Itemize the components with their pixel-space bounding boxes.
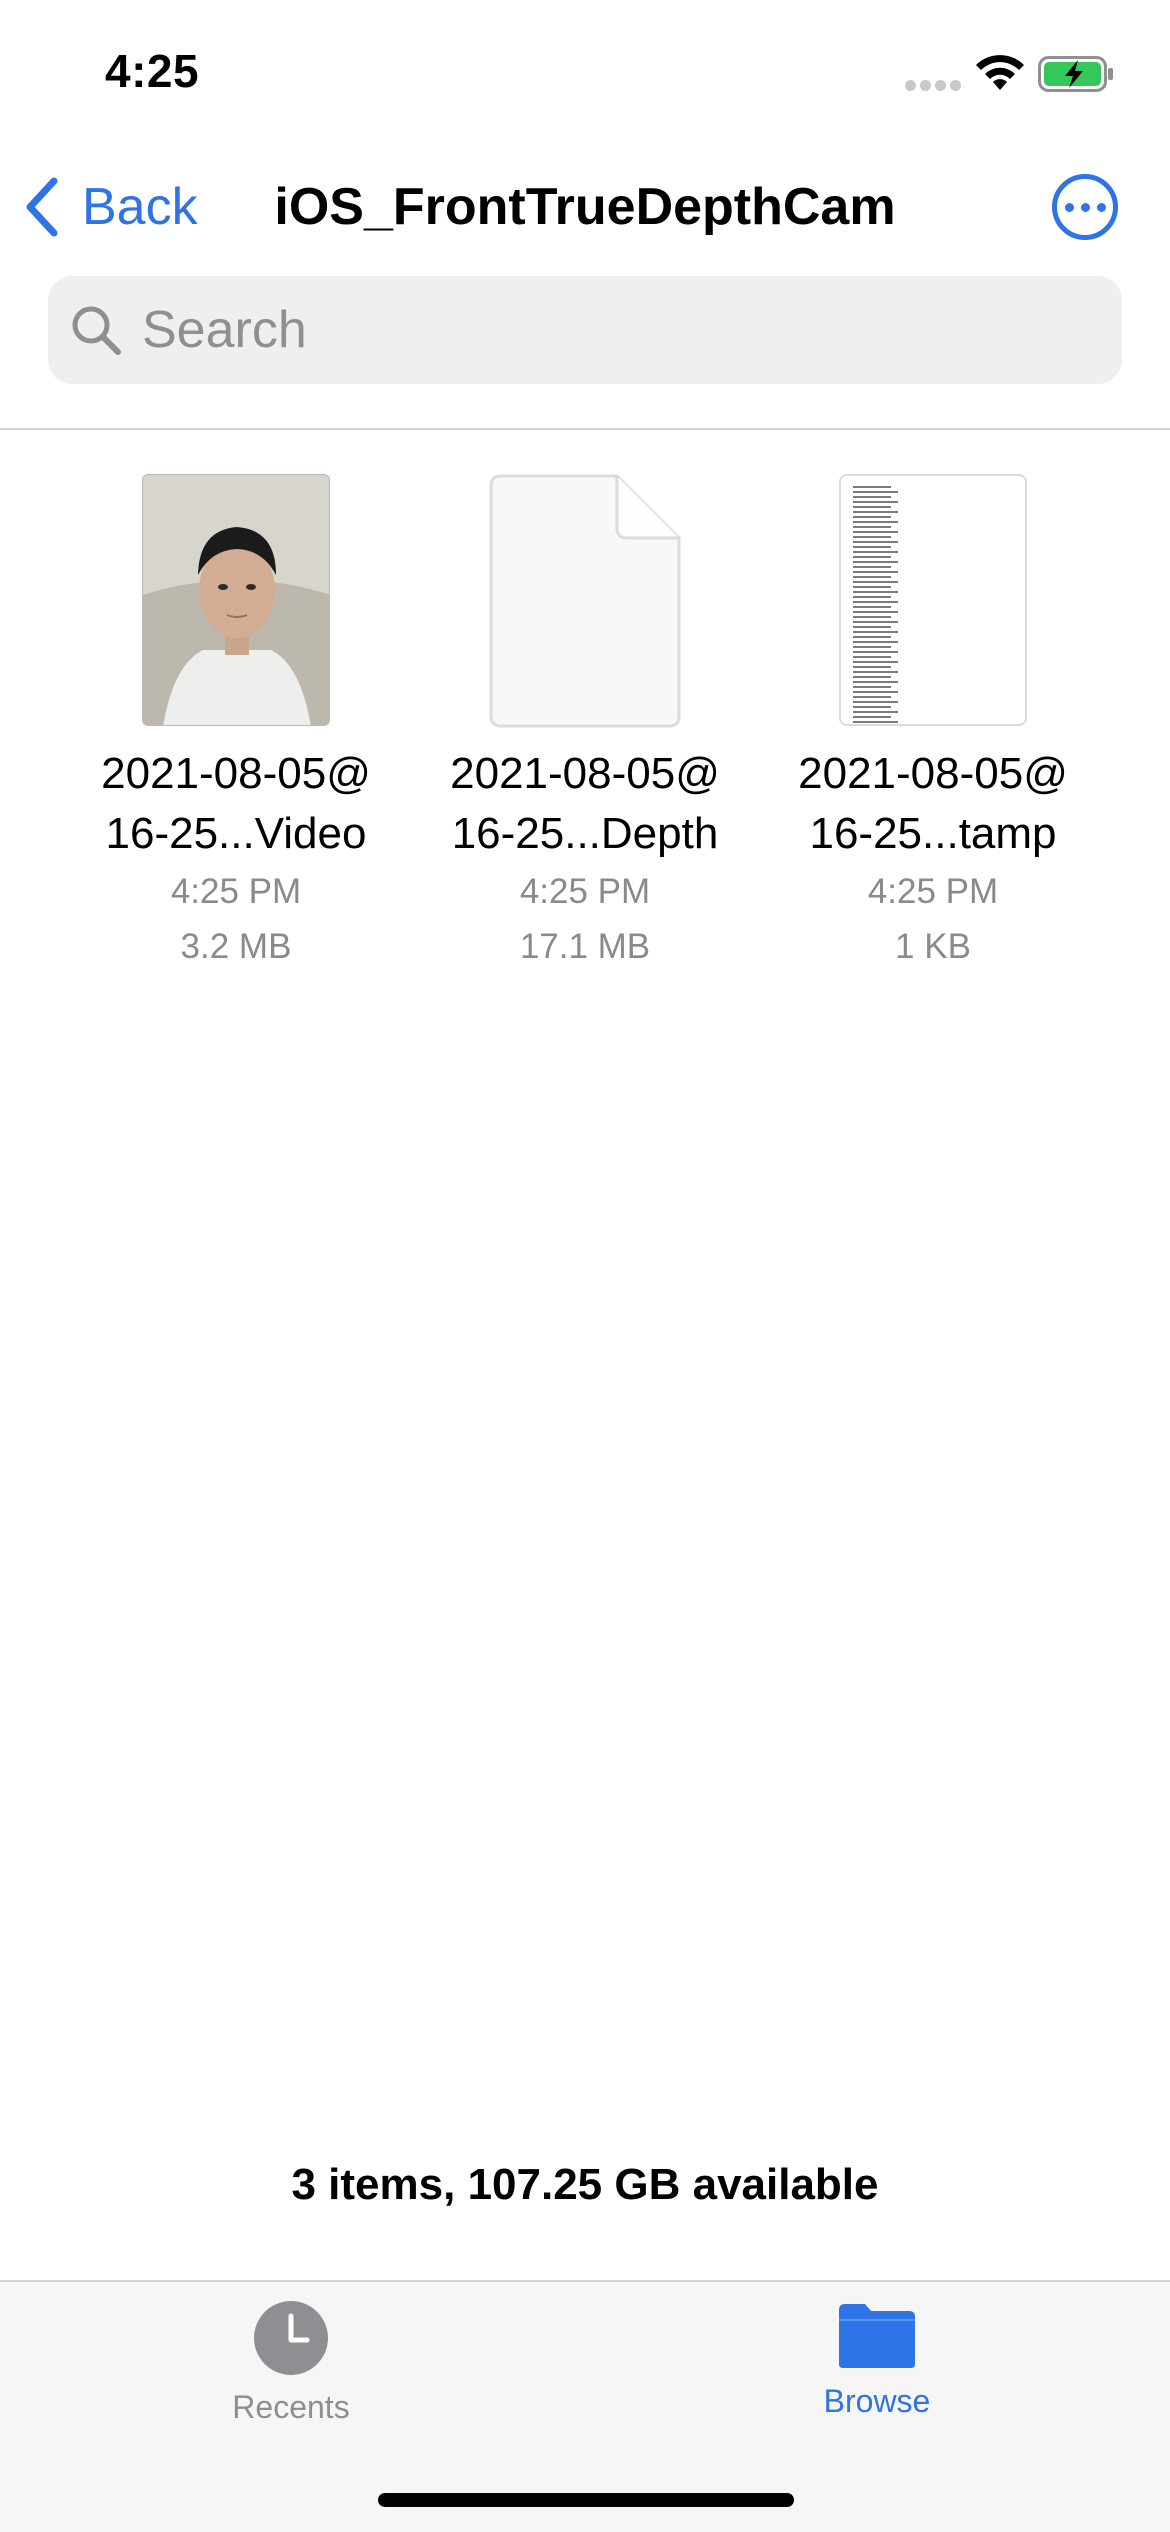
- preview-line: [853, 521, 898, 523]
- preview-line: [853, 591, 898, 593]
- file-item-video[interactable]: 2021-08-05@ 16-25...Video 4:25 PM 3.2 MB: [71, 474, 401, 974]
- preview-line: [853, 651, 898, 653]
- blank-document-icon: [489, 474, 681, 728]
- preview-line: [853, 506, 891, 508]
- preview-line: [853, 546, 891, 548]
- file-name: 2021-08-05@ 16-25...tamp: [798, 749, 1068, 858]
- preview-line: [853, 561, 898, 563]
- video-thumbnail: [142, 474, 330, 726]
- storage-info: 3 items, 107.25 GB available: [291, 2160, 879, 2209]
- preview-line: [853, 571, 898, 573]
- back-button[interactable]: Back: [24, 172, 198, 242]
- preview-line: [853, 706, 891, 708]
- preview-line: [853, 526, 891, 528]
- preview-line: [853, 516, 891, 518]
- preview-line: [853, 671, 898, 673]
- status-time: 4:25: [105, 45, 200, 97]
- file-time: 4:25 PM: [519, 872, 651, 911]
- home-indicator: [378, 2493, 794, 2507]
- preview-line: [853, 626, 891, 628]
- more-options-button[interactable]: [1052, 174, 1118, 240]
- preview-line: [853, 681, 898, 683]
- preview-line: [853, 686, 891, 688]
- folder-icon: [839, 2304, 915, 2368]
- file-time: 4:25 PM: [867, 872, 999, 911]
- search-bar[interactable]: [48, 276, 1122, 384]
- ellipsis-circle-icon: [1064, 202, 1074, 212]
- preview-line: [853, 511, 898, 513]
- text-document-preview: [839, 474, 1027, 726]
- preview-line: [853, 486, 891, 488]
- tab-browse[interactable]: Browse: [747, 2300, 1007, 2420]
- preview-line: [853, 621, 898, 623]
- clock-icon: [254, 2301, 328, 2375]
- tab-label: Browse: [823, 2383, 931, 2419]
- preview-line: [853, 556, 891, 558]
- preview-line: [853, 656, 891, 658]
- preview-line: [853, 601, 898, 603]
- preview-line: [853, 576, 891, 578]
- file-size: 17.1 MB: [519, 927, 651, 966]
- file-name: 2021-08-05@ 16-25...Video: [101, 749, 371, 858]
- preview-line: [853, 691, 898, 693]
- file-size: 1 KB: [895, 927, 971, 966]
- file-item-timestamp[interactable]: 2021-08-05@ 16-25...tamp 4:25 PM 1 KB: [768, 474, 1098, 974]
- preview-line: [853, 501, 898, 503]
- preview-line: [853, 701, 898, 703]
- cellular-signal-icon: [905, 80, 961, 94]
- back-label: Back: [82, 178, 198, 236]
- wifi-icon: [976, 55, 1024, 90]
- file-item-depth[interactable]: 2021-08-05@ 16-25...Depth 4:25 PM 17.1 M…: [420, 474, 750, 974]
- preview-line: [853, 696, 891, 698]
- preview-line: [853, 581, 898, 583]
- preview-line: [853, 666, 891, 668]
- preview-line: [853, 711, 898, 713]
- page-title: iOS_FrontTrueDepthCam: [274, 178, 896, 236]
- preview-line: [853, 551, 898, 553]
- preview-line: [853, 596, 891, 598]
- preview-line: [853, 616, 891, 618]
- preview-line: [853, 531, 898, 533]
- tab-label: Recents: [232, 2389, 350, 2425]
- preview-line: [853, 661, 898, 663]
- preview-line: [853, 491, 898, 493]
- battery-charging-icon: [1038, 56, 1113, 92]
- status-bar: 4:25: [0, 0, 1170, 150]
- preview-line: [853, 606, 891, 608]
- preview-line: [853, 566, 891, 568]
- preview-line: [853, 721, 898, 723]
- preview-line: [853, 676, 891, 678]
- preview-line: [853, 496, 891, 498]
- preview-line: [853, 646, 891, 648]
- search-input[interactable]: [142, 300, 1042, 360]
- preview-line: [853, 716, 891, 718]
- file-name: 2021-08-05@ 16-25...Depth: [450, 749, 720, 858]
- file-time: 4:25 PM: [170, 872, 302, 911]
- preview-line: [853, 541, 898, 543]
- magnifying-glass-icon: [72, 306, 121, 355]
- divider: [0, 428, 1170, 430]
- preview-line: [853, 636, 891, 638]
- preview-line: [853, 611, 898, 613]
- tab-recents[interactable]: Recents: [161, 2300, 421, 2426]
- chevron-left-icon: [26, 177, 58, 237]
- preview-line: [853, 586, 891, 588]
- file-size: 3.2 MB: [180, 927, 292, 966]
- preview-line: [853, 631, 898, 633]
- preview-line: [853, 641, 898, 643]
- preview-line: [853, 536, 891, 538]
